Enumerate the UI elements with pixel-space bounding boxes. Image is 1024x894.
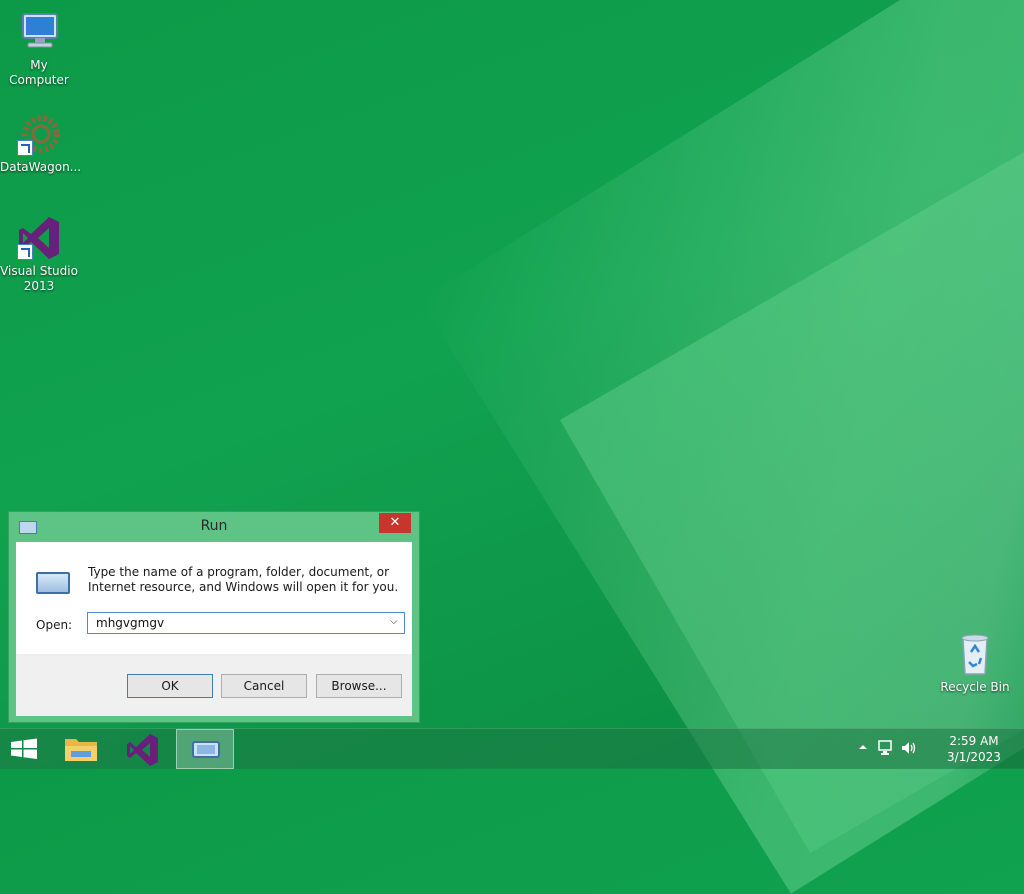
desktop-icon-my-computer[interactable]: My Computer — [0, 8, 78, 88]
clock-date: 3/1/2023 — [947, 750, 1001, 764]
close-button[interactable]: ✕ — [379, 513, 411, 533]
open-label: Open: — [36, 618, 73, 632]
shortcut-arrow-icon — [17, 244, 33, 260]
gear-icon — [15, 110, 63, 158]
run-icon — [192, 741, 220, 758]
clock-time: 2:59 AM — [949, 734, 999, 748]
dialog-title: Run — [200, 518, 228, 534]
open-input[interactable] — [88, 613, 386, 633]
browse-button[interactable]: Browse... — [316, 674, 402, 698]
network-icon[interactable] — [878, 740, 894, 759]
run-dialog-button-bar: OK Cancel Browse... — [16, 654, 412, 716]
desktop-icon-label: My Computer — [9, 58, 69, 87]
open-combobox[interactable]: ⌵ — [87, 612, 405, 634]
computer-icon — [15, 8, 63, 56]
run-dialog-message: Type the name of a program, folder, docu… — [88, 565, 399, 594]
visual-studio-icon — [15, 214, 63, 262]
cancel-button[interactable]: Cancel — [221, 674, 307, 698]
start-button[interactable] — [0, 729, 58, 769]
desktop-icon-label: Recycle Bin — [940, 680, 1010, 694]
taskbar-clock[interactable]: 2:59 AM 3/1/2023 — [944, 733, 1004, 765]
shortcut-arrow-icon — [17, 140, 33, 156]
desktop-icon-label: DataWagon... — [0, 160, 82, 174]
recycle-bin-icon — [951, 630, 999, 678]
volume-icon[interactable] — [900, 740, 918, 759]
system-tray: 2:59 AM 3/1/2023 — [854, 729, 1024, 769]
taskbar-run[interactable] — [176, 729, 234, 769]
run-dialog-titlebar[interactable]: Run ✕ — [9, 512, 419, 540]
chevron-down-icon[interactable]: ⌵ — [390, 617, 400, 627]
run-dialog: Run ✕ Type the name of a program, folder… — [8, 511, 420, 723]
desktop-icon-recycle-bin[interactable]: Recycle Bin — [936, 630, 1014, 695]
taskbar: 2:59 AM 3/1/2023 — [0, 728, 1024, 769]
desktop-icon-visual-studio[interactable]: Visual Studio 2013 — [0, 214, 78, 294]
visual-studio-icon — [127, 734, 158, 766]
run-dialog-content: Type the name of a program, folder, docu… — [16, 542, 412, 654]
close-icon: ✕ — [389, 515, 401, 530]
show-hidden-icons-icon[interactable] — [858, 741, 868, 755]
windows-logo-icon — [11, 738, 37, 759]
taskbar-file-explorer[interactable] — [54, 729, 112, 769]
ok-button[interactable]: OK — [127, 674, 213, 698]
desktop-icon-label: Visual Studio 2013 — [0, 264, 78, 293]
run-icon — [36, 572, 70, 594]
taskbar-visual-studio[interactable] — [114, 729, 172, 769]
desktop-icon-datawagon[interactable]: DataWagon... — [0, 110, 82, 175]
folder-icon — [65, 739, 97, 761]
